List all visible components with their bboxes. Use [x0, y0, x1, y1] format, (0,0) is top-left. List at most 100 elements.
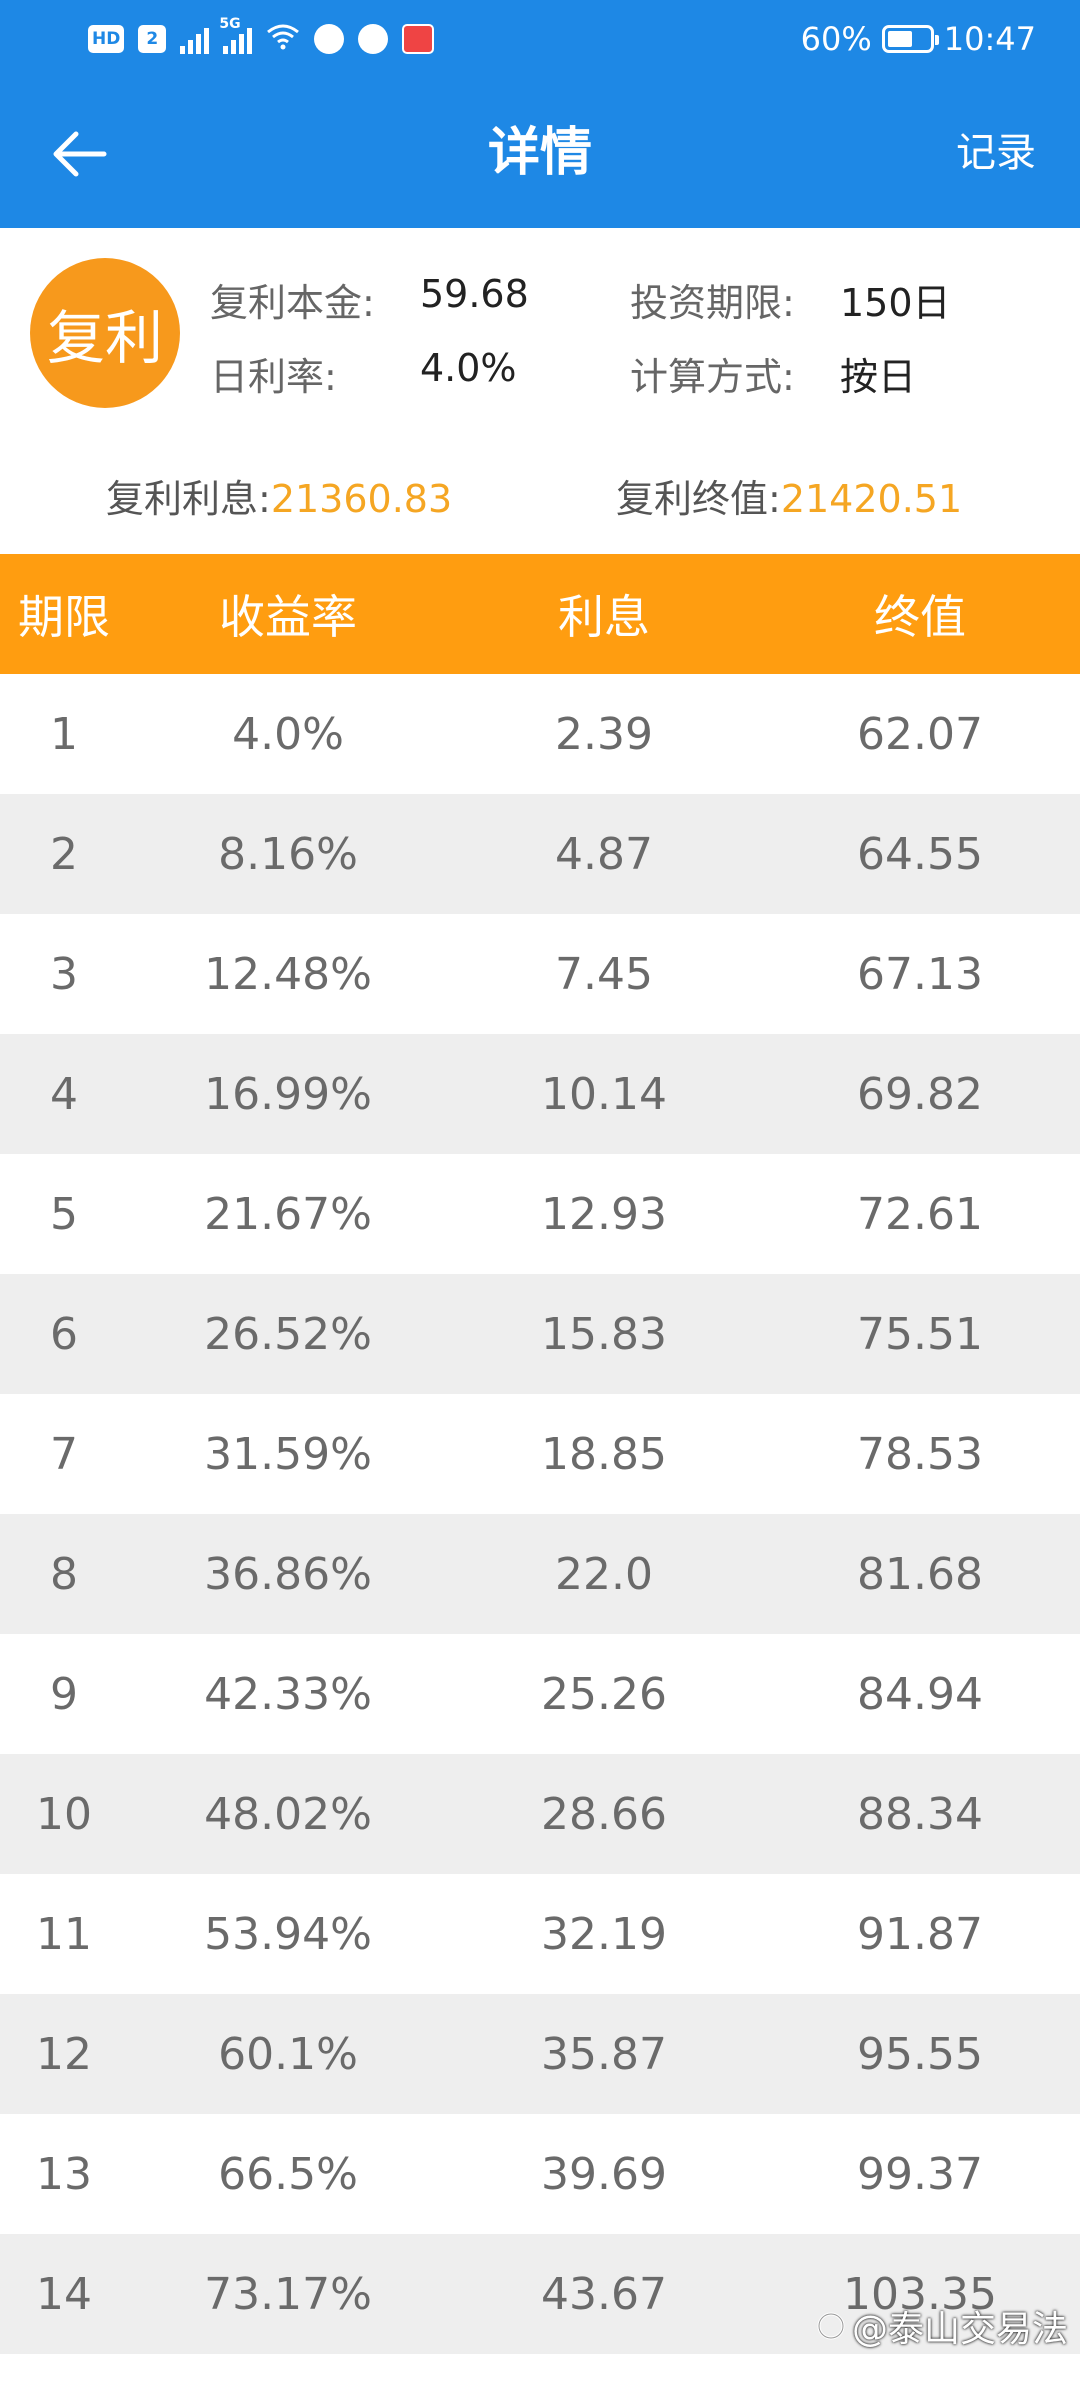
table-row: 12 60.1% 35.87 95.55 — [0, 1994, 1080, 2114]
app-header: HD 2 5G 60% 10:47 详情 记录 — [0, 0, 1080, 228]
header-final-value: 终值 — [874, 590, 966, 644]
cell-final-value: 95.55 — [857, 2028, 983, 2080]
final-value-amount: 21420.51 — [780, 477, 963, 521]
cell-interest: 43.67 — [541, 2268, 667, 2320]
table-row: 3 12.48% 7.45 67.13 — [0, 914, 1080, 1034]
cell-yield: 36.86% — [204, 1548, 372, 1600]
battery-percent: 60% — [800, 20, 872, 58]
cell-period: 9 — [50, 1668, 78, 1720]
sim-icon: 2 — [138, 25, 167, 53]
table-row: 11 53.94% 32.19 91.87 — [0, 1874, 1080, 1994]
app-notification-icon — [314, 24, 345, 54]
cell-final-value: 88.34 — [857, 1788, 983, 1840]
cell-final-value: 99.37 — [857, 2148, 983, 2200]
cell-yield: 16.99% — [204, 1068, 372, 1120]
cell-interest: 39.69 — [541, 2148, 667, 2200]
header-interest: 利息 — [558, 590, 650, 644]
principal-value: 59.68 — [420, 272, 529, 316]
cell-interest: 22.0 — [555, 1548, 653, 1600]
bulb-notification-icon — [358, 24, 389, 54]
cell-yield: 48.02% — [204, 1788, 372, 1840]
watermark: @泰山交易法 — [816, 2300, 1068, 2352]
cell-period: 10 — [36, 1788, 92, 1840]
network-tag: 5G — [219, 16, 241, 32]
cell-final-value: 91.87 — [857, 1908, 983, 1960]
method-value: 按日 — [840, 355, 917, 399]
cell-final-value: 84.94 — [857, 1668, 983, 1720]
status-bar: HD 2 5G 60% 10:47 — [0, 0, 1080, 78]
nav-bar: 详情 记录 — [0, 78, 1080, 228]
cell-interest: 15.83 — [541, 1308, 667, 1360]
cell-interest: 10.14 — [541, 1068, 667, 1120]
cell-period: 11 — [36, 1908, 92, 1960]
battery-fill — [887, 31, 912, 47]
cell-period: 13 — [36, 2148, 92, 2200]
page-title: 详情 — [487, 123, 592, 183]
final-value-label: 复利终值: — [616, 477, 781, 521]
method-label: 计算方式: — [630, 355, 795, 399]
cell-yield: 26.52% — [204, 1308, 372, 1360]
table-body[interactable]: 1 4.0% 2.39 62.07 2 8.16% 4.87 64.55 3 12.48% 7.45… — [0, 674, 1080, 2354]
cell-period: 8 — [50, 1548, 78, 1600]
rate-label: 日利率: — [210, 355, 337, 399]
term-value: 150日 — [840, 281, 951, 325]
status-icons-left: HD 2 5G — [88, 16, 435, 58]
cell-yield: 4.0% — [232, 708, 344, 760]
cell-final-value: 78.53 — [857, 1428, 983, 1480]
cell-period: 4 — [50, 1068, 78, 1120]
table-row: 1 4.0% 2.39 62.07 — [0, 674, 1080, 794]
table-row: 7 31.59% 18.85 78.53 — [0, 1394, 1080, 1514]
cell-yield: 42.33% — [204, 1668, 372, 1720]
table-row: 9 42.33% 25.26 84.94 — [0, 1634, 1080, 1754]
table-row: 5 21.67% 12.93 72.61 — [0, 1154, 1080, 1274]
cell-final-value: 81.68 — [857, 1548, 983, 1600]
cell-interest: 25.26 — [541, 1668, 667, 1720]
signal-5g-icon: 5G — [219, 16, 253, 54]
table-row: 8 36.86% 22.0 81.68 — [0, 1514, 1080, 1634]
header-period: 期限 — [18, 590, 110, 644]
cell-yield: 8.16% — [218, 828, 358, 880]
table-row: 6 26.52% 15.83 75.51 — [0, 1274, 1080, 1394]
cell-interest: 12.93 — [541, 1188, 667, 1240]
table-row: 10 48.02% 28.66 88.34 — [0, 1754, 1080, 1874]
cell-yield: 73.17% — [204, 2268, 372, 2320]
principal-label: 复利本金: — [210, 281, 375, 325]
cell-interest: 28.66 — [541, 1788, 667, 1840]
cell-period: 14 — [36, 2268, 92, 2320]
table-row: 2 8.16% 4.87 64.55 — [0, 794, 1080, 914]
cell-interest: 35.87 — [541, 2028, 667, 2080]
cell-final-value: 62.07 — [857, 708, 983, 760]
table-row: 13 66.5% 39.69 99.37 — [0, 2114, 1080, 2234]
cell-final-value: 64.55 — [857, 828, 983, 880]
cell-period: 1 — [50, 708, 78, 760]
cell-period: 5 — [50, 1188, 78, 1240]
cell-yield: 21.67% — [204, 1188, 372, 1240]
cell-yield: 60.1% — [218, 2028, 358, 2080]
cell-final-value: 67.13 — [857, 948, 983, 1000]
wifi-icon — [266, 20, 300, 58]
records-button[interactable]: 记录 — [956, 78, 1036, 228]
compound-interest: 复利利息:21360.83 — [106, 468, 452, 523]
book-notification-icon — [402, 24, 435, 54]
final-value: 复利终值:21420.51 — [616, 468, 962, 523]
cell-yield: 31.59% — [204, 1428, 372, 1480]
compound-interest-label: 复利利息: — [106, 477, 271, 521]
cell-yield: 66.5% — [218, 2148, 358, 2200]
summary-panel: 复利 复利本金: 59.68 投资期限: 150日 日利率: 4.0% 计算方式… — [0, 228, 1080, 554]
battery-icon — [881, 25, 939, 53]
cell-yield: 12.48% — [204, 948, 372, 1000]
compound-badge: 复利 — [30, 258, 180, 408]
cell-period: 7 — [50, 1428, 78, 1480]
cell-interest: 18.85 — [541, 1428, 667, 1480]
table-row: 4 16.99% 10.14 69.82 — [0, 1034, 1080, 1154]
cell-final-value: 69.82 — [857, 1068, 983, 1120]
signal-icon — [180, 24, 210, 54]
cell-final-value: 72.61 — [857, 1188, 983, 1240]
cell-interest: 2.39 — [555, 708, 653, 760]
cell-period: 12 — [36, 2028, 92, 2080]
header-yield: 收益率 — [219, 590, 357, 644]
cell-period: 2 — [50, 828, 78, 880]
term-label: 投资期限: — [630, 281, 795, 325]
cell-period: 6 — [50, 1308, 78, 1360]
table-header: 期限 收益率 利息 终值 — [0, 554, 1080, 674]
